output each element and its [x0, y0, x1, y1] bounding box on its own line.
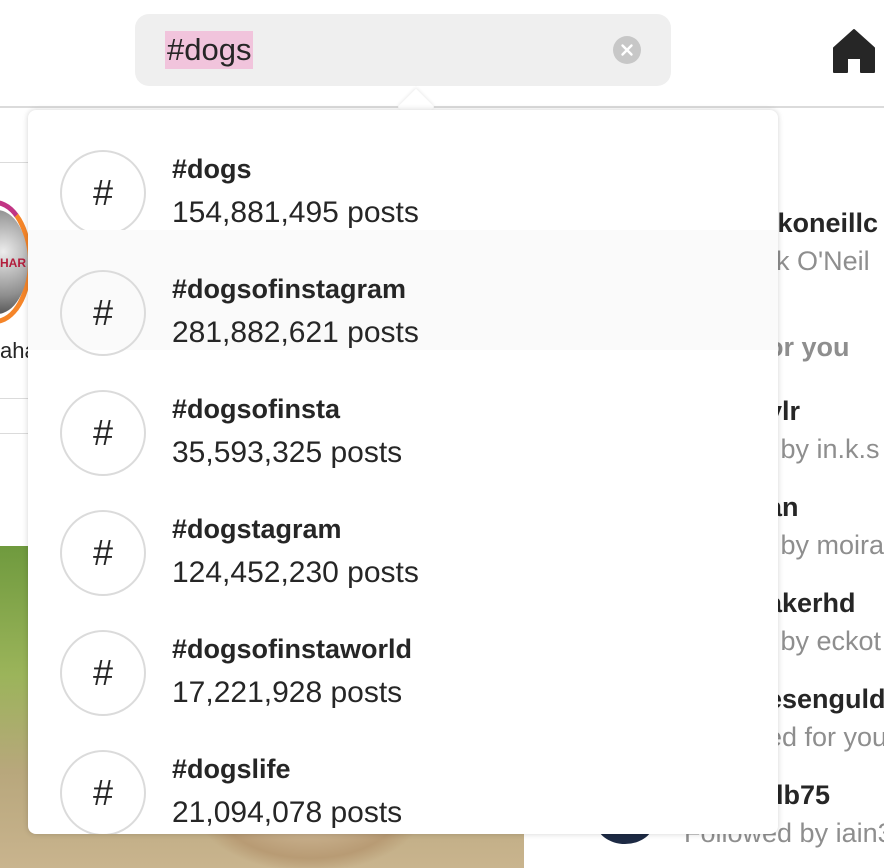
hashtag-name: #dogsofinstaworld: [172, 634, 413, 664]
hashtag-name: #dogsofinstagram: [172, 274, 407, 304]
suggestion-subtitle: ed for you: [767, 722, 884, 752]
clear-search-button[interactable]: [613, 36, 641, 64]
hashtag-post-count: 124,452,230 posts: [172, 556, 419, 589]
hashtag-name: #dogsofinsta: [172, 394, 341, 424]
search-query-text[interactable]: #dogs: [165, 31, 254, 69]
hashtag-post-count: 154,881,495 posts: [172, 196, 419, 229]
hashtag-post-count: 281,882,621 posts: [172, 316, 419, 349]
hashtag-name: #dogs: [172, 154, 252, 184]
search-result-item[interactable]: # #dogslife 21,094,078 posts: [28, 710, 778, 834]
hashtag-icon: #: [60, 150, 146, 236]
suggestion-subtitle: l by in.k.s: [767, 434, 880, 464]
search-result-item[interactable]: # #dogsofinstaworld 17,221,928 posts: [28, 590, 778, 716]
hashtag-icon: #: [60, 630, 146, 716]
hashtag-icon: #: [60, 510, 146, 596]
story-avatar-label: HAR: [0, 256, 26, 270]
suggestions-heading: or you: [767, 332, 850, 362]
search-result-item[interactable]: # #dogsofinsta 35,593,325 posts: [28, 350, 778, 476]
close-icon: [621, 44, 633, 56]
search-results-dropdown: # #dogs 154,881,495 posts # #dogsofinsta…: [28, 110, 778, 834]
home-icon[interactable]: [830, 26, 878, 74]
hashtag-icon: #: [60, 750, 146, 834]
hashtag-icon: #: [60, 270, 146, 356]
suggestion-subtitle: l by moira: [767, 530, 884, 560]
search-result-item[interactable]: # #dogstagram 124,452,230 posts: [28, 470, 778, 596]
sidebar-fullname: rk O'Neil: [767, 246, 870, 276]
hashtag-post-count: 35,593,325 posts: [172, 436, 403, 469]
hashtag-icon: #: [60, 390, 146, 476]
sidebar-username[interactable]: rkoneillc: [767, 208, 878, 239]
divider: [0, 398, 30, 399]
search-result-item[interactable]: # #dogsofinstagram 281,882,621 posts: [28, 230, 778, 356]
hashtag-name: #dogslife: [172, 754, 291, 784]
search-input[interactable]: #dogs: [135, 14, 671, 86]
suggestion-name[interactable]: akerhd: [767, 588, 856, 619]
hashtag-post-count: 17,221,928 posts: [172, 676, 403, 709]
search-result-item[interactable]: # #dogs 154,881,495 posts: [28, 110, 778, 236]
hashtag-name: #dogstagram: [172, 514, 342, 544]
suggestion-name[interactable]: esenguld: [767, 684, 884, 715]
hashtag-post-count: 21,094,078 posts: [172, 796, 403, 829]
top-navigation-bar: #dogs: [0, 0, 884, 108]
suggestion-subtitle: l by eckot: [767, 626, 882, 656]
